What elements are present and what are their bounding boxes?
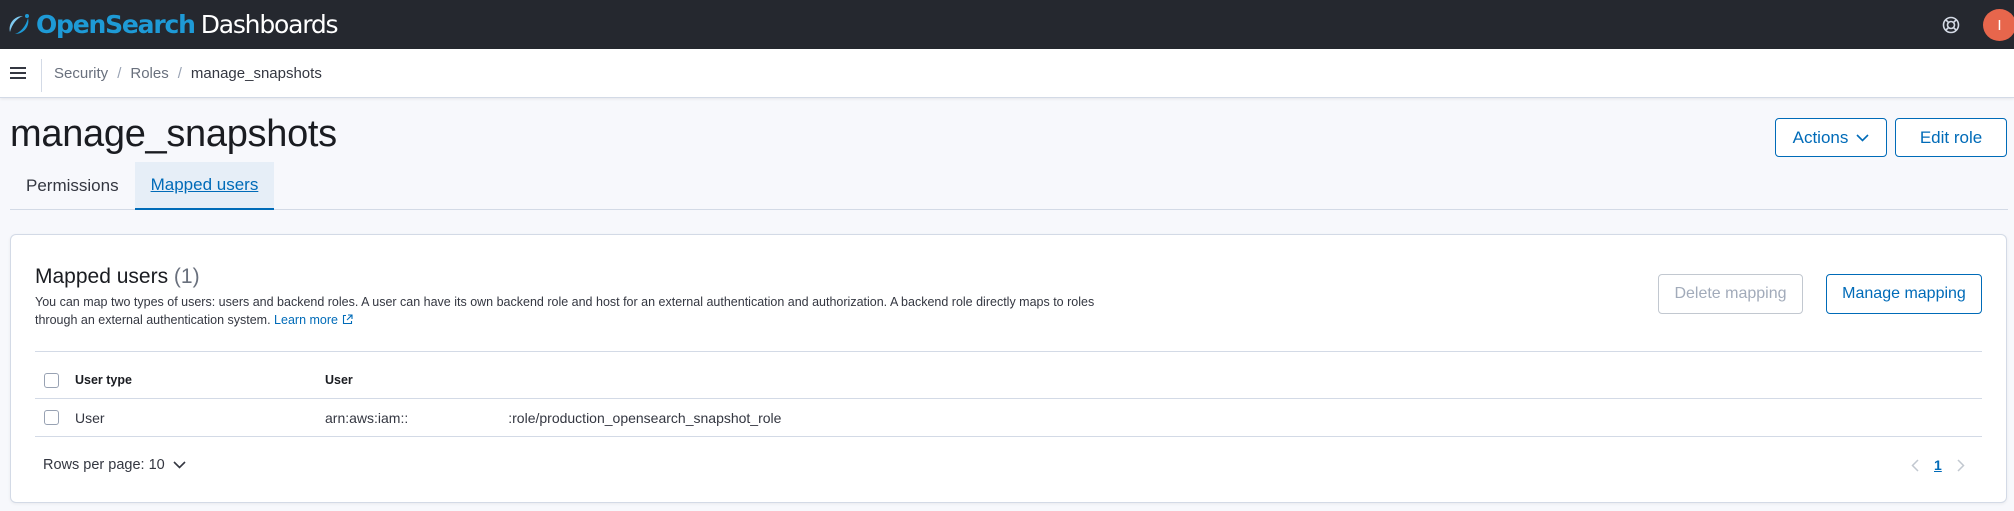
help-button[interactable] [1938,12,1964,38]
redacted-account-id [408,410,508,426]
chevron-down-icon [173,461,186,469]
help-lifebuoy-icon [1942,16,1960,34]
mapped-users-panel: Mapped users (1) You can map two types o… [10,234,2007,503]
tab-bar: Permissions Mapped users [10,162,2008,210]
table-row: User arn:aws:iam:: :role/production_open… [35,399,1982,437]
edit-role-button[interactable]: Edit role [1895,118,2007,157]
actions-label: Actions [1792,127,1849,147]
brand-part2: Dashboards [200,10,339,39]
breadcrumb-bar: Security / Roles / manage_snapshots [0,49,2014,98]
table-header: User type User [35,362,1982,399]
tab-mapped-users[interactable]: Mapped users [134,162,275,210]
opensearch-logo[interactable]: OpenSearch Dashboards [6,0,339,49]
next-page-icon[interactable] [1957,458,1965,472]
brand-part1: OpenSearch [36,10,196,39]
user-avatar[interactable]: I [1983,9,2014,41]
breadcrumb: Security / Roles / manage_snapshots [54,49,322,98]
page-title: manage_snapshots [10,113,337,155]
chevron-down-icon [1856,133,1869,142]
hamburger-menu-icon [10,67,26,79]
page-number-button[interactable]: 1 [1934,457,1942,473]
panel-title: Mapped users (1) [35,265,200,289]
cell-user-type: User [75,409,105,426]
user-arn-suffix: :role/production_opensearch_snapshot_rol… [508,409,782,426]
rows-per-page-selector[interactable]: Rows per page: 10 [43,457,186,473]
breadcrumb-current: manage_snapshots [190,65,322,82]
menu-button[interactable] [6,61,30,85]
breadcrumb-separator: / [117,65,122,82]
tab-permissions[interactable]: Permissions [10,162,135,209]
rows-per-page-label: Rows per page: 10 [43,457,165,473]
panel-title-text: Mapped users [35,265,169,288]
description-text: You can map two types of users: users an… [35,295,1095,327]
delete-mapping-button[interactable]: Delete mapping [1658,274,1803,314]
breadcrumb-divider [41,59,42,92]
external-link-icon [342,312,353,330]
mapped-users-count: (1) [173,265,200,288]
column-header-user-type[interactable]: User type [75,373,132,387]
actions-button[interactable]: Actions [1775,118,1887,157]
brand-name: OpenSearch Dashboards [36,10,339,39]
previous-page-icon[interactable] [1911,458,1919,472]
row-checkbox[interactable] [44,410,59,425]
cell-user: arn:aws:iam:: :role/production_opensearc… [325,410,781,426]
breadcrumb-roles[interactable]: Roles [130,65,168,82]
column-header-user[interactable]: User [325,373,353,387]
manage-mapping-button[interactable]: Manage mapping [1826,274,1982,314]
panel-description: You can map two types of users: users an… [35,293,1095,330]
select-all-checkbox[interactable] [44,372,59,388]
opensearch-mark-icon [9,13,29,34]
breadcrumb-security[interactable]: Security [54,65,108,82]
breadcrumb-separator: / [177,65,182,82]
user-arn-prefix: arn:aws:iam:: [325,409,409,426]
learn-more-link[interactable]: Learn more [274,313,338,327]
mapped-users-table: User type User User arn:aws:iam:: :role/… [35,362,1982,437]
panel-divider [35,351,1982,352]
top-header: OpenSearch Dashboards I [0,0,2014,49]
pagination: 1 [1911,457,1965,473]
